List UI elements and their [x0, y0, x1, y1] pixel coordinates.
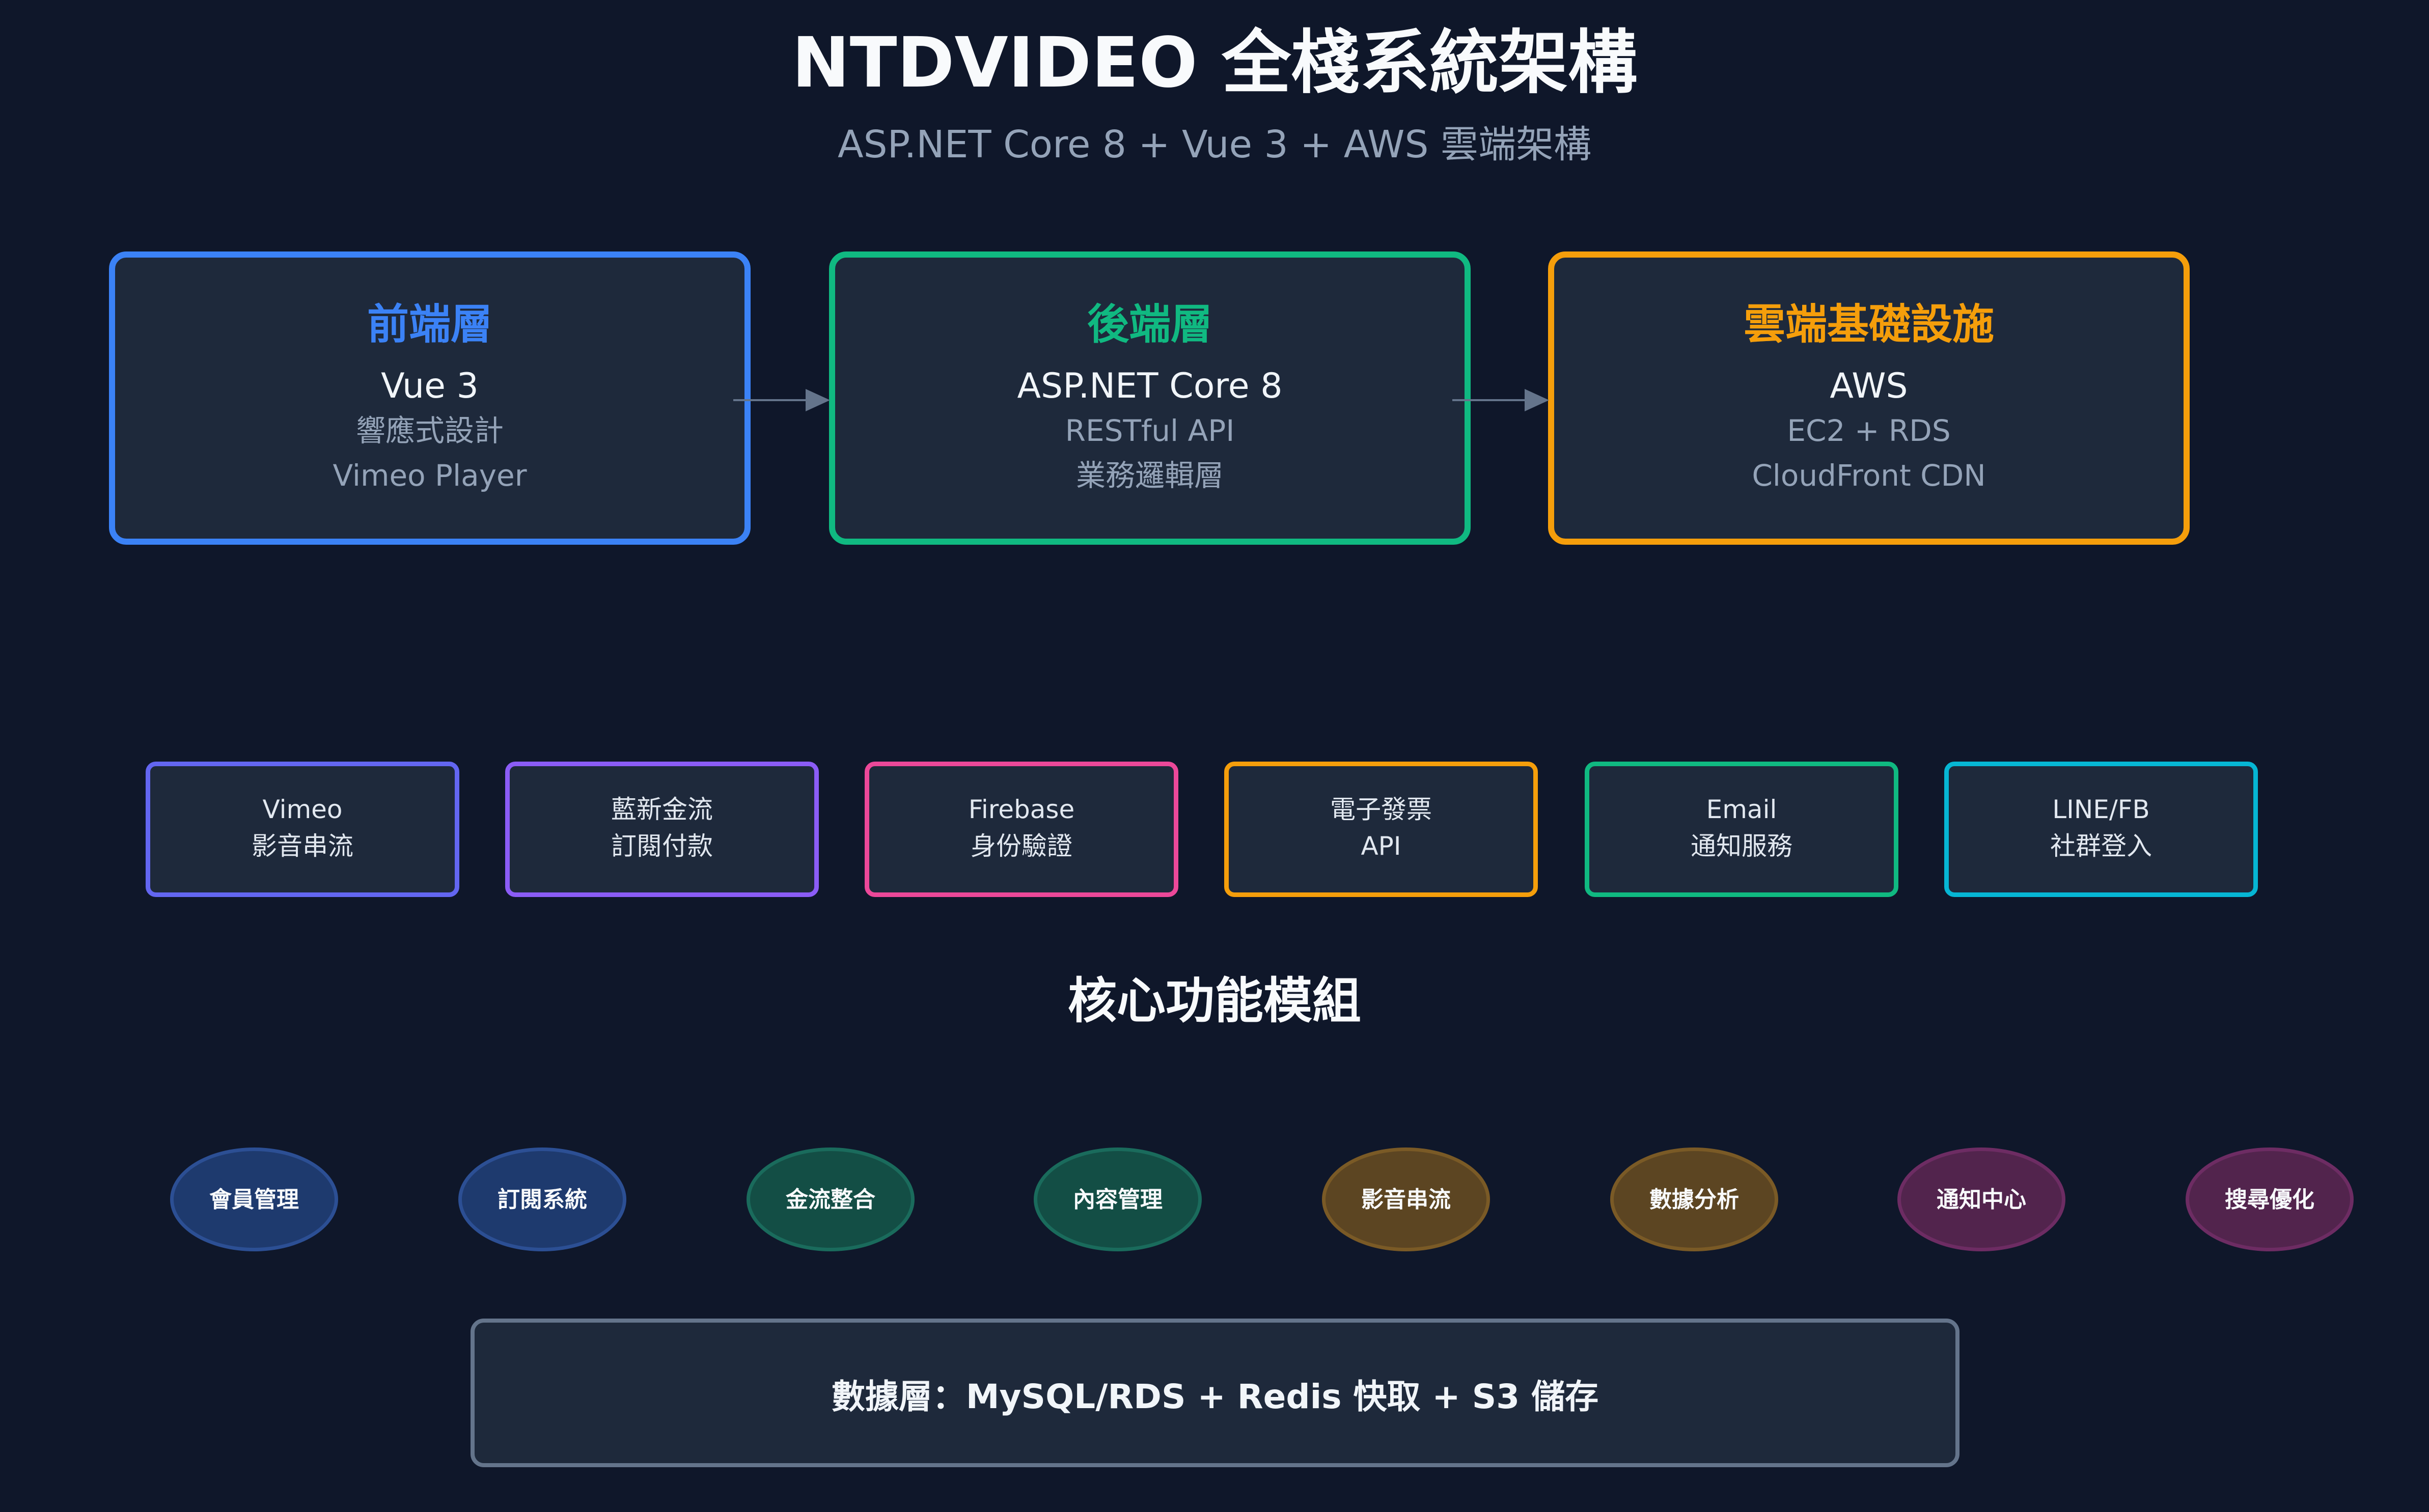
service-email: Email 通知服務 — [1585, 762, 1898, 897]
module-label: 金流整合 — [786, 1187, 875, 1213]
service-firebase: Firebase 身份驗證 — [865, 762, 1178, 897]
layer-title: 前端層 — [367, 300, 492, 349]
module-label: 訂閱系統 — [498, 1187, 587, 1213]
module-member-management: 會員管理 — [170, 1147, 338, 1251]
layer-technology: ASP.NET Core 8 — [1017, 366, 1283, 406]
module-label: 通知中心 — [1937, 1187, 2026, 1213]
page-title: NTDVIDEO 全棧系統架構 — [791, 23, 1638, 103]
service-e-invoice: 電子發票 API — [1224, 762, 1538, 897]
module-label: 會員管理 — [209, 1187, 299, 1213]
data-layer-box: 數據層：MySQL/RDS + Redis 快取 + S3 儲存 — [471, 1319, 1959, 1467]
service-description: 訂閱付款 — [611, 831, 713, 861]
service-name: 藍新金流 — [611, 795, 713, 824]
data-layer-label: 數據層：MySQL/RDS + Redis 快取 + S3 儲存 — [831, 1377, 1599, 1416]
service-description: 通知服務 — [1691, 831, 1792, 861]
layer-detail: RESTful API — [1065, 413, 1235, 448]
service-description: 社群登入 — [2050, 831, 2152, 861]
service-description: API — [1361, 831, 1401, 861]
module-search-optimization: 搜尋優化 — [2186, 1147, 2354, 1251]
frontend-to-backend-arrow — [733, 389, 830, 411]
module-video-streaming: 影音串流 — [1322, 1147, 1490, 1251]
layer-detail: CloudFront CDN — [1752, 458, 1986, 493]
module-analytics: 數據分析 — [1610, 1147, 1778, 1251]
module-label: 搜尋優化 — [2225, 1187, 2314, 1213]
backend-to-cloud-arrow — [1452, 389, 1549, 411]
frontend-layer-box: 前端層 Vue 3 響應式設計 Vimeo Player — [109, 251, 751, 545]
service-description: 影音串流 — [252, 831, 353, 861]
module-notification-center: 通知中心 — [1897, 1147, 2065, 1251]
service-name: 電子發票 — [1330, 795, 1432, 824]
service-name: Firebase — [968, 795, 1075, 824]
module-label: 影音串流 — [1361, 1187, 1451, 1213]
cloud-infrastructure-layer-box: 雲端基礎設施 AWS EC2 + RDS CloudFront CDN — [1548, 251, 2190, 545]
service-name: Email — [1706, 795, 1777, 824]
service-description: 身份驗證 — [971, 831, 1072, 861]
service-name: Vimeo — [262, 795, 343, 824]
module-subscription: 訂閱系統 — [458, 1147, 626, 1251]
layer-detail: 響應式設計 — [355, 413, 504, 448]
service-name: LINE/FB — [2052, 795, 2150, 824]
service-vimeo: Vimeo 影音串流 — [146, 762, 459, 897]
module-payment: 金流整合 — [747, 1147, 915, 1251]
layer-detail: Vimeo Player — [333, 458, 527, 493]
layer-title: 後端層 — [1087, 300, 1212, 349]
backend-layer-box: 後端層 ASP.NET Core 8 RESTful API 業務邏輯層 — [829, 251, 1471, 545]
module-label: 數據分析 — [1649, 1187, 1739, 1213]
layer-detail: EC2 + RDS — [1787, 413, 1951, 448]
page-subtitle: ASP.NET Core 8 + Vue 3 + AWS 雲端架構 — [838, 123, 1591, 166]
layer-technology: Vue 3 — [381, 366, 479, 406]
service-social-login: LINE/FB 社群登入 — [1944, 762, 2258, 897]
core-modules-heading: 核心功能模組 — [1068, 972, 1361, 1029]
module-label: 內容管理 — [1073, 1187, 1163, 1213]
module-content-management: 內容管理 — [1034, 1147, 1202, 1251]
layer-detail: 業務邏輯層 — [1075, 458, 1224, 493]
layer-title: 雲端基礎設施 — [1743, 300, 1994, 349]
layer-technology: AWS — [1830, 366, 1908, 406]
service-newebpay: 藍新金流 訂閱付款 — [505, 762, 819, 897]
